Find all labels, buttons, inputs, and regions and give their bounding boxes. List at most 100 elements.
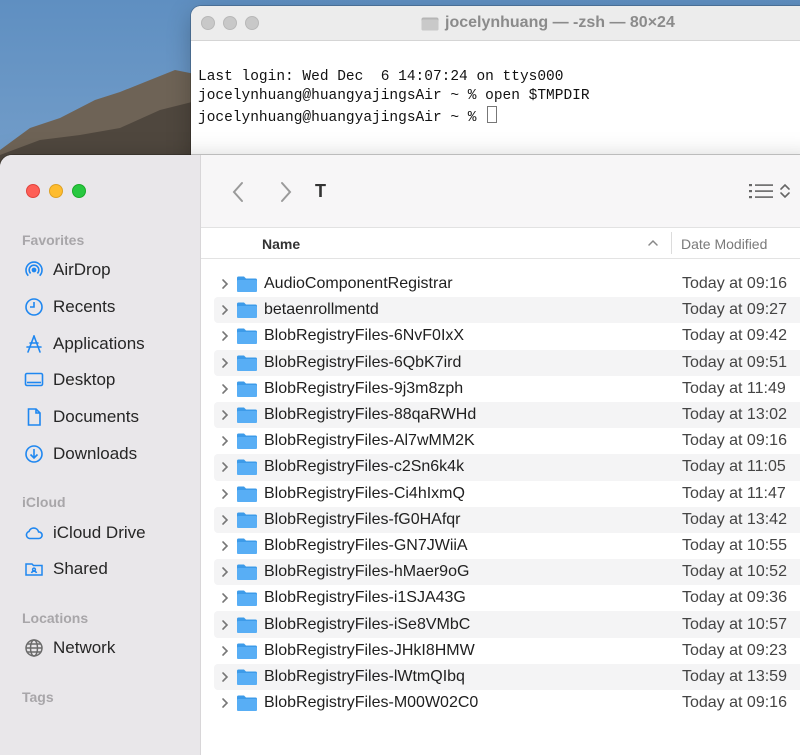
sidebar-section-favorites: Favorites bbox=[22, 232, 85, 248]
file-row[interactable]: betaenrollmentd Today at 09:27 bbox=[214, 297, 800, 324]
disclosure-chevron-icon[interactable] bbox=[220, 645, 234, 657]
sidebar-item-shared[interactable]: Shared bbox=[24, 555, 108, 583]
zoom-button[interactable] bbox=[72, 184, 86, 198]
sidebar-section-icloud: iCloud bbox=[22, 494, 66, 510]
zoom-button[interactable] bbox=[245, 16, 259, 30]
disclosure-chevron-icon[interactable] bbox=[220, 619, 234, 631]
disclosure-chevron-icon[interactable] bbox=[220, 671, 234, 683]
sidebar-item-label: iCloud Drive bbox=[53, 523, 146, 542]
download-icon bbox=[25, 445, 43, 463]
file-name: BlobRegistryFiles-6NvF0IxX bbox=[264, 327, 465, 345]
column-date-modified-header[interactable]: Date Modified bbox=[681, 236, 767, 252]
file-row[interactable]: BlobRegistryFiles-hMaer9oG Today at 10:52 bbox=[214, 559, 800, 586]
forward-button[interactable] bbox=[275, 179, 295, 205]
file-date-modified: Today at 10:52 bbox=[682, 563, 787, 581]
file-row[interactable]: BlobRegistryFiles-GN7JWiiA Today at 10:55 bbox=[214, 533, 800, 559]
sidebar-item-label: Recents bbox=[53, 297, 116, 316]
folder-icon bbox=[237, 355, 257, 371]
terminal-prompt: jocelynhuang@huangyajingsAir ~ % bbox=[198, 110, 486, 126]
file-row[interactable]: BlobRegistryFiles-6QbK7ird Today at 09:51 bbox=[214, 349, 800, 376]
close-button[interactable] bbox=[26, 184, 40, 198]
disclosure-chevron-icon[interactable] bbox=[220, 592, 234, 604]
globe-icon bbox=[25, 639, 43, 657]
disclosure-chevron-icon[interactable] bbox=[220, 697, 234, 709]
sidebar-item-downloads[interactable]: Downloads bbox=[24, 440, 137, 468]
finder-window[interactable]: Favorites AirDrop Recents Applications D… bbox=[0, 155, 800, 755]
file-name: BlobRegistryFiles-i1SJA43G bbox=[264, 589, 466, 607]
file-date-modified: Today at 09:16 bbox=[682, 694, 787, 712]
file-date-modified: Today at 13:59 bbox=[682, 667, 787, 685]
sidebar-item-recents[interactable]: Recents bbox=[24, 293, 115, 321]
file-row[interactable]: BlobRegistryFiles-9j3m8zph Today at 11:49 bbox=[214, 376, 800, 402]
disclosure-chevron-icon[interactable] bbox=[220, 304, 234, 316]
file-row[interactable]: BlobRegistryFiles-Ci4hIxmQ Today at 11:47 bbox=[214, 481, 800, 507]
back-button[interactable] bbox=[229, 179, 249, 205]
minimize-button[interactable] bbox=[49, 184, 63, 198]
file-list: AudioComponentRegistrar Today at 09:16 bet… bbox=[214, 271, 800, 716]
list-view-button[interactable] bbox=[749, 181, 791, 201]
sidebar-item-label: Network bbox=[53, 638, 116, 657]
folder-icon bbox=[237, 643, 257, 659]
sidebar-section-tags: Tags bbox=[22, 689, 54, 705]
file-row[interactable]: BlobRegistryFiles-88qaRWHd Today at 13:02 bbox=[214, 401, 800, 429]
folder-icon bbox=[237, 695, 257, 712]
disclosure-chevron-icon[interactable] bbox=[220, 514, 234, 526]
folder-icon bbox=[237, 564, 257, 581]
disclosure-chevron-icon[interactable] bbox=[220, 330, 234, 342]
sidebar-item-icloud-drive[interactable]: iCloud Drive bbox=[24, 519, 146, 547]
disclosure-chevron-icon[interactable] bbox=[220, 435, 234, 447]
disclosure-chevron-icon[interactable] bbox=[220, 357, 234, 369]
disclosure-chevron-icon[interactable] bbox=[220, 409, 234, 421]
column-divider[interactable] bbox=[671, 232, 672, 254]
folder-icon bbox=[237, 617, 257, 633]
sidebar-item-label: Desktop bbox=[53, 370, 116, 389]
disclosure-chevron-icon[interactable] bbox=[220, 383, 234, 395]
file-row[interactable]: BlobRegistryFiles-i1SJA43G Today at 09:36 bbox=[214, 585, 800, 611]
file-row[interactable]: BlobRegistryFiles-Al7wMM2K Today at 09:16 bbox=[214, 428, 800, 454]
terminal-titlebar[interactable]: jocelynhuang — -zsh — 80×24 bbox=[191, 6, 800, 41]
disclosure-chevron-icon[interactable] bbox=[220, 488, 234, 500]
file-date-modified: Today at 09:27 bbox=[682, 301, 787, 319]
file-row[interactable]: BlobRegistryFiles-M00W02C0 Today at 09:16 bbox=[214, 690, 800, 716]
file-row[interactable]: BlobRegistryFiles-lWtmQIbq Today at 13:59 bbox=[214, 663, 800, 690]
sort-ascending-icon[interactable] bbox=[647, 238, 659, 248]
shared-folder-icon bbox=[25, 563, 43, 576]
disclosure-chevron-icon[interactable] bbox=[220, 540, 234, 552]
folder-icon bbox=[237, 538, 257, 554]
sidebar-item-applications[interactable]: Applications bbox=[24, 330, 145, 358]
sidebar-item-network[interactable]: Network bbox=[24, 634, 115, 662]
disclosure-chevron-icon[interactable] bbox=[220, 566, 234, 578]
file-row[interactable]: BlobRegistryFiles-fG0HAfqr Today at 13:42 bbox=[214, 506, 800, 533]
disclosure-chevron-icon[interactable] bbox=[220, 278, 234, 290]
sidebar-item-desktop[interactable]: Desktop bbox=[24, 366, 115, 394]
file-row[interactable]: BlobRegistryFiles-c2Sn6k4k Today at 11:05 bbox=[214, 454, 800, 481]
file-date-modified: Today at 11:47 bbox=[682, 484, 786, 502]
file-date-modified: Today at 09:16 bbox=[682, 432, 787, 450]
file-row[interactable]: AudioComponentRegistrar Today at 09:16 bbox=[214, 271, 800, 297]
folder-icon bbox=[421, 17, 439, 30]
sidebar-item-documents[interactable]: Documents bbox=[24, 403, 139, 431]
sidebar-item-label: Shared bbox=[53, 559, 108, 578]
file-row[interactable]: BlobRegistryFiles-iSe8VMbC Today at 10:57 bbox=[214, 611, 800, 638]
terminal-output[interactable]: Last login: Wed Dec 6 14:07:24 on ttys00… bbox=[191, 41, 800, 166]
file-row[interactable]: BlobRegistryFiles-6NvF0IxX Today at 09:42 bbox=[214, 323, 800, 349]
sidebar-item-airdrop[interactable]: AirDrop bbox=[24, 256, 111, 284]
file-name: BlobRegistryFiles-c2Sn6k4k bbox=[264, 458, 465, 476]
list-view-icon bbox=[749, 184, 773, 199]
file-date-modified: Today at 09:23 bbox=[682, 641, 787, 659]
file-date-modified: Today at 13:42 bbox=[682, 510, 787, 528]
file-name: BlobRegistryFiles-6QbK7ird bbox=[264, 353, 462, 371]
terminal-line: Last login: Wed Dec 6 14:07:24 on ttys00… bbox=[198, 69, 564, 85]
file-name: BlobRegistryFiles-lWtmQIbq bbox=[264, 667, 465, 685]
disclosure-chevron-icon[interactable] bbox=[220, 461, 234, 473]
file-name: BlobRegistryFiles-iSe8VMbC bbox=[264, 615, 471, 633]
folder-icon bbox=[237, 590, 257, 607]
folder-icon bbox=[237, 328, 257, 345]
airdrop-icon bbox=[25, 261, 43, 277]
file-name: BlobRegistryFiles-Ci4hIxmQ bbox=[264, 484, 465, 502]
close-button[interactable] bbox=[201, 16, 215, 30]
clock-icon bbox=[25, 298, 43, 316]
file-row[interactable]: BlobRegistryFiles-JHkI8HMW Today at 09:23 bbox=[214, 638, 800, 664]
column-name-header[interactable]: Name bbox=[262, 236, 300, 252]
minimize-button[interactable] bbox=[223, 16, 237, 30]
